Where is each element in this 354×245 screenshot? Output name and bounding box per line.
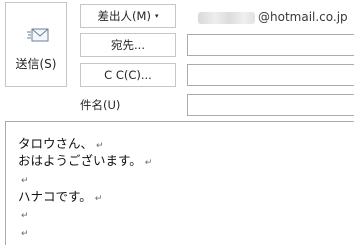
chevron-down-icon: ▾ <box>154 12 159 20</box>
paragraph-mark-icon: ↵ <box>21 211 29 221</box>
send-button[interactable]: 送信(S) <box>5 2 67 87</box>
to-button-label: 宛先... <box>111 38 145 52</box>
body-line: ハナコです。 ↵ <box>18 189 102 204</box>
to-field[interactable] <box>187 34 354 56</box>
send-envelope-icon <box>27 28 49 42</box>
paragraph-mark-icon: ↵ <box>144 158 153 168</box>
paragraph-mark-icon: ↵ <box>21 229 29 239</box>
subject-label: 件名(U) <box>80 98 121 112</box>
body-line-text: タロウさん、 <box>18 136 94 151</box>
message-header: 送信(S) 差出人(M) ▾ @hotmail.co.jp 宛先... C C(C… <box>0 0 354 121</box>
body-line-text: おはようございます。 <box>18 153 142 168</box>
cc-button[interactable]: C C(C)... <box>80 63 176 87</box>
paragraph-mark-icon: ↵ <box>21 176 29 186</box>
from-account: @hotmail.co.jp <box>190 10 354 26</box>
to-button[interactable]: 宛先... <box>80 33 176 57</box>
from-button-label: 差出人(M) <box>97 9 151 23</box>
body-line: タロウさん、 ↵ <box>18 136 104 151</box>
send-button-label: 送信(S) <box>15 57 57 71</box>
redacted-email-user <box>198 12 255 24</box>
body-line: おはようございます。 ↵ <box>18 153 152 168</box>
paragraph-mark-icon: ↵ <box>94 194 103 204</box>
subject-field[interactable] <box>187 94 354 116</box>
message-body[interactable]: タロウさん、 ↵ おはようございます。 ↵ ↵ ハナコです。 ↵ ↵ ↵ <box>5 121 354 245</box>
body-line: ↵ <box>18 206 29 221</box>
paragraph-mark-icon: ↵ <box>96 141 104 151</box>
body-line-text: ハナコです。 <box>18 189 92 204</box>
cc-field[interactable] <box>187 64 354 86</box>
body-line: ↵ <box>18 171 29 186</box>
from-button[interactable]: 差出人(M) ▾ <box>80 4 176 28</box>
from-email-domain: @hotmail.co.jp <box>258 10 348 24</box>
cc-button-label: C C(C)... <box>104 68 152 82</box>
body-line: ↵ <box>18 224 29 239</box>
